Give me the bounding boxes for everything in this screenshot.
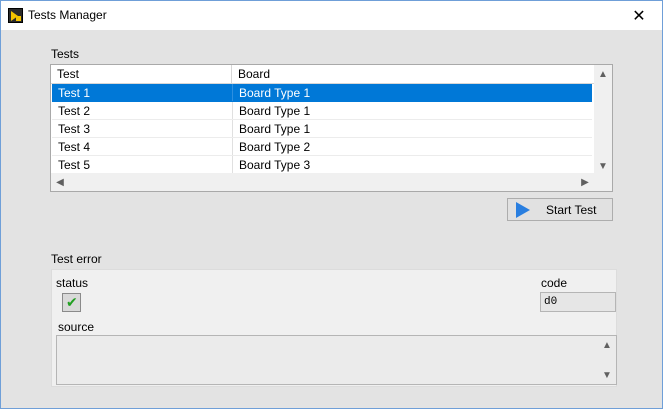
vertical-scrollbar[interactable]: ▲ ▼	[594, 65, 612, 175]
source-scrollbar[interactable]: ▲ ▼	[598, 336, 616, 384]
board-cell: Board Type 3	[239, 158, 311, 172]
scroll-down-icon[interactable]: ▼	[598, 366, 616, 384]
column-header-test[interactable]: Test	[51, 65, 231, 83]
tests-listbox[interactable]: Test Board Test 1 Board Type 1 Test 2 Bo…	[50, 64, 613, 192]
board-cell: Board Type 1	[239, 104, 311, 118]
table-row[interactable]: Test 3 Board Type 1	[52, 120, 592, 138]
board-cell: Board Type 2	[239, 140, 311, 154]
close-button[interactable]: ✕	[616, 1, 662, 30]
test-cell: Test 3	[58, 122, 91, 136]
horizontal-scrollbar[interactable]: ◀ ▶	[51, 173, 594, 191]
tests-manager-window: Tests Manager ✕ Tests Test Board Test 1 …	[0, 0, 663, 409]
title-bar[interactable]: Tests Manager ✕	[1, 1, 662, 30]
scroll-right-icon[interactable]: ▶	[576, 173, 594, 191]
scroll-up-icon[interactable]: ▲	[594, 65, 612, 83]
listbox-header: Test Board	[51, 65, 594, 84]
test-error-cluster: status ✔ code d0 source ▲ ▼	[51, 269, 617, 387]
labview-app-icon	[8, 8, 23, 23]
test-cell: Test 1	[58, 86, 91, 100]
source-field[interactable]: ▲ ▼	[56, 335, 617, 385]
board-cell: Board Type 1	[239, 122, 311, 136]
start-test-label: Start Test	[546, 203, 597, 217]
code-label: code	[541, 276, 568, 290]
test-error-label: Test error	[51, 252, 102, 266]
code-field[interactable]: d0	[540, 292, 616, 312]
test-cell: Test 4	[58, 140, 91, 154]
status-label: status	[56, 276, 89, 290]
column-header-board[interactable]: Board	[232, 65, 592, 83]
scroll-corner	[594, 173, 612, 191]
board-cell: Board Type 1	[239, 86, 311, 100]
test-cell: Test 2	[58, 104, 91, 118]
start-test-button[interactable]: Start Test	[507, 198, 613, 221]
test-cell: Test 5	[58, 158, 91, 172]
scroll-left-icon[interactable]: ◀	[51, 173, 69, 191]
close-icon: ✕	[632, 7, 646, 25]
scroll-up-icon[interactable]: ▲	[598, 336, 616, 354]
table-row[interactable]: Test 5 Board Type 3	[52, 156, 592, 174]
tests-label: Tests	[51, 47, 80, 61]
status-indicator[interactable]: ✔	[62, 293, 81, 312]
table-row[interactable]: Test 2 Board Type 1	[52, 102, 592, 120]
check-icon: ✔	[66, 294, 78, 310]
source-label: source	[58, 320, 95, 334]
play-icon	[516, 202, 530, 218]
table-row[interactable]: Test 1 Board Type 1	[52, 84, 592, 102]
window-title: Tests Manager	[28, 8, 107, 22]
table-row[interactable]: Test 4 Board Type 2	[52, 138, 592, 156]
